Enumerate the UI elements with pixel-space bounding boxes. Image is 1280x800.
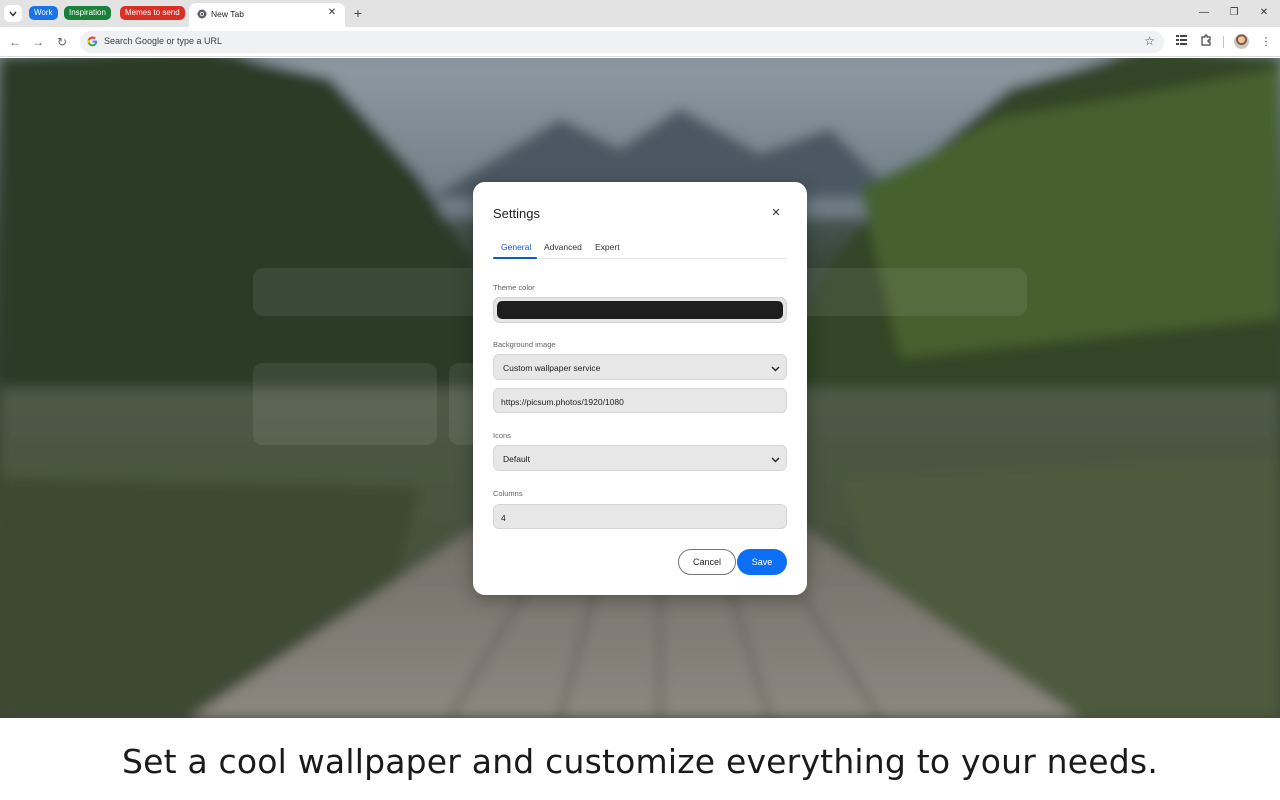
columns-input[interactable]: 4 bbox=[493, 504, 787, 529]
icons-select[interactable]: Default bbox=[493, 445, 787, 471]
cancel-button[interactable]: Cancel bbox=[678, 549, 736, 575]
settings-dialog: Settings ✕ General Advanced Expert Theme… bbox=[473, 182, 807, 595]
puzzle-icon bbox=[1201, 34, 1211, 46]
background-image-value: Custom wallpaper service bbox=[503, 363, 601, 373]
back-icon[interactable]: ← bbox=[7, 34, 23, 50]
tab-search-button[interactable] bbox=[4, 5, 22, 22]
restore-icon[interactable]: ❐ bbox=[1226, 6, 1242, 20]
tab-expert[interactable]: Expert bbox=[595, 242, 620, 252]
theme-color-swatch bbox=[497, 301, 783, 319]
icons-value: Default bbox=[503, 454, 530, 464]
new-tab-button[interactable]: + bbox=[350, 5, 366, 21]
promo-caption: Set a cool wallpaper and customize every… bbox=[121, 742, 1159, 781]
reload-icon[interactable]: ↻ bbox=[54, 34, 70, 50]
tab-general[interactable]: General bbox=[501, 242, 531, 252]
dialog-title: Settings bbox=[493, 206, 540, 221]
background-image-select[interactable]: Custom wallpaper service bbox=[493, 354, 787, 380]
icons-label: Icons bbox=[493, 431, 511, 440]
menu-kebab-icon[interactable]: ⋮ bbox=[1258, 34, 1274, 50]
chevron-down-icon bbox=[771, 457, 780, 463]
chevron-down-icon bbox=[771, 366, 780, 372]
tab-group-inspiration[interactable]: Inspiration bbox=[64, 6, 111, 20]
chrome-icon bbox=[197, 9, 207, 19]
caption-area: Set a cool wallpaper and customize every… bbox=[0, 718, 1280, 800]
reading-list-icon[interactable] bbox=[1173, 34, 1189, 50]
close-window-icon[interactable]: ✕ bbox=[1256, 6, 1272, 20]
close-dialog-icon[interactable]: ✕ bbox=[767, 204, 785, 222]
minimize-icon[interactable]: — bbox=[1196, 6, 1212, 20]
theme-color-picker[interactable] bbox=[493, 297, 787, 323]
tab-strip: Work Inspiration Memes to send New Tab ✕… bbox=[0, 0, 1280, 27]
google-icon bbox=[87, 36, 98, 47]
background-url-input[interactable]: https://picsum.photos/1920/1080 bbox=[493, 388, 787, 413]
toolbar-separator bbox=[1223, 36, 1224, 48]
tab-advanced[interactable]: Advanced bbox=[544, 242, 582, 252]
forward-icon[interactable]: → bbox=[30, 34, 46, 50]
tab-new-tab[interactable]: New Tab ✕ bbox=[189, 3, 345, 27]
tab-title: New Tab bbox=[211, 9, 244, 19]
background-image-label: Background image bbox=[493, 340, 556, 349]
settings-tabs: General Advanced Expert bbox=[493, 240, 787, 259]
close-tab-icon[interactable]: ✕ bbox=[326, 7, 338, 19]
columns-value: 4 bbox=[501, 513, 506, 523]
columns-label: Columns bbox=[493, 489, 523, 498]
save-button[interactable]: Save bbox=[737, 549, 787, 575]
browser-toolbar: ← → ↻ Search Google or type a URL ☆ ⋮ bbox=[0, 27, 1280, 57]
address-bar[interactable]: Search Google or type a URL ☆ bbox=[80, 31, 1164, 53]
tab-group-memes[interactable]: Memes to send bbox=[120, 6, 185, 20]
address-placeholder: Search Google or type a URL bbox=[104, 36, 223, 46]
bookmark-star-icon[interactable]: ☆ bbox=[1144, 34, 1155, 48]
extensions-icon[interactable] bbox=[1198, 34, 1214, 50]
theme-color-label: Theme color bbox=[493, 283, 535, 292]
speed-dial-ghost bbox=[253, 363, 437, 445]
grid-icon bbox=[1175, 35, 1187, 45]
background-url-value: https://picsum.photos/1920/1080 bbox=[501, 397, 624, 407]
active-tab-indicator bbox=[493, 257, 537, 259]
tab-group-work[interactable]: Work bbox=[29, 6, 58, 20]
chevron-down-icon bbox=[9, 11, 17, 17]
profile-avatar[interactable] bbox=[1234, 34, 1249, 49]
